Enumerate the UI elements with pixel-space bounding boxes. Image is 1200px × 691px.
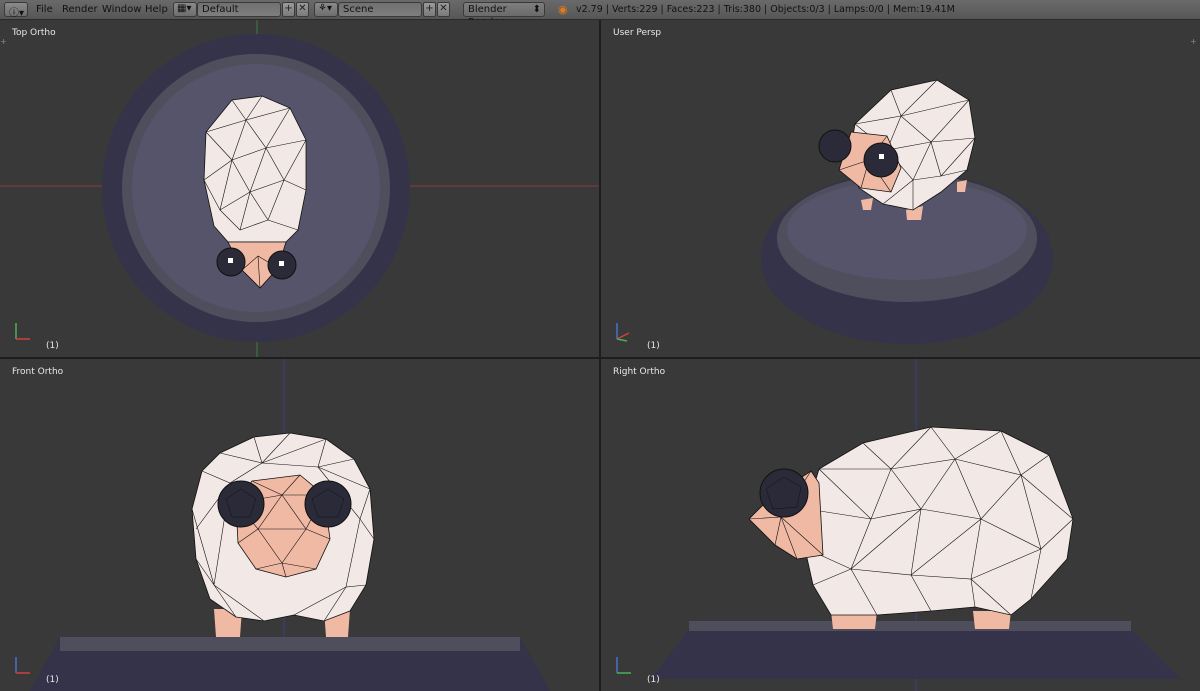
chevron-updown-icon: ⬍ <box>532 4 541 15</box>
base-top <box>689 621 1131 631</box>
base-top <box>60 637 520 651</box>
delete-screen-button[interactable]: ✕ <box>296 2 309 17</box>
sheep-ear-right <box>304 480 352 528</box>
area-split-handle-icon[interactable]: + <box>0 38 8 46</box>
scene-browse-button[interactable]: ⚘▾ <box>314 2 338 17</box>
menu-file[interactable]: File <box>36 2 53 17</box>
area-split-handle-icon[interactable]: + <box>1190 38 1198 46</box>
viewport-canvas <box>0 20 599 357</box>
editor-type-button[interactable]: ⓘ▾ <box>4 2 28 19</box>
base-side <box>651 629 1181 679</box>
axis-gizmo-icon <box>15 657 30 674</box>
axis-gizmo-icon <box>616 657 631 674</box>
sheep-body <box>804 426 1074 616</box>
info-editor-icon: ⓘ▾ <box>9 8 25 19</box>
frame-number: (1) <box>647 341 660 351</box>
close-icon: ✕ <box>298 3 307 14</box>
scene-statistics: v2.79 | Verts:229 | Faces:223 | Tris:380… <box>576 4 955 15</box>
blender-logo-icon: ◉ <box>558 3 568 16</box>
viewport-canvas <box>651 359 1181 691</box>
screen-layout-field[interactable]: Default <box>197 2 281 17</box>
viewport-canvas <box>761 79 1053 344</box>
menu-help[interactable]: Help <box>145 2 168 17</box>
plus-icon: + <box>425 3 434 14</box>
close-icon: ✕ <box>439 3 448 14</box>
scene-icon: ⚘▾ <box>318 3 332 14</box>
plus-icon: + <box>284 3 293 14</box>
delete-scene-button[interactable]: ✕ <box>437 2 450 17</box>
viewport-label: Front Ortho <box>12 367 64 377</box>
frame-number: (1) <box>46 341 59 351</box>
screen-layout-browse-button[interactable]: ▦▾ <box>173 2 197 17</box>
viewport-label: User Persp <box>613 28 662 38</box>
sheep-ear-left <box>217 480 265 528</box>
axis-gizmo-icon <box>15 323 30 340</box>
frame-number: (1) <box>647 675 660 685</box>
viewport-top-ortho[interactable]: Top Ortho (1) <box>0 20 599 357</box>
render-engine-select[interactable]: Blender Render ⬍ <box>463 2 545 28</box>
viewport-user-persp[interactable]: User Persp (1) <box>601 20 1200 357</box>
sheep-ear-left <box>818 129 852 163</box>
viewport-front-ortho[interactable]: Front Ortho (1) <box>0 359 599 691</box>
viewport-label: Right Ortho <box>613 367 666 377</box>
frame-number: (1) <box>46 675 59 685</box>
info-header: ⓘ▾ File Render Window Help ▦▾ Default + … <box>0 0 1200 28</box>
menu-window[interactable]: Window <box>102 2 141 17</box>
menu-render[interactable]: Render <box>62 2 98 17</box>
viewport-right-ortho[interactable]: Right Ortho (1) <box>601 359 1200 691</box>
sheep-ear-right <box>863 142 899 178</box>
axis-gizmo-icon <box>616 323 630 342</box>
viewport-canvas <box>30 359 550 691</box>
add-screen-button[interactable]: + <box>282 2 295 17</box>
add-scene-button[interactable]: + <box>423 2 436 17</box>
screen-layout-icon: ▦▾ <box>177 3 192 14</box>
viewport-label: Top Ortho <box>12 28 56 38</box>
scene-field[interactable]: Scene <box>338 2 422 17</box>
